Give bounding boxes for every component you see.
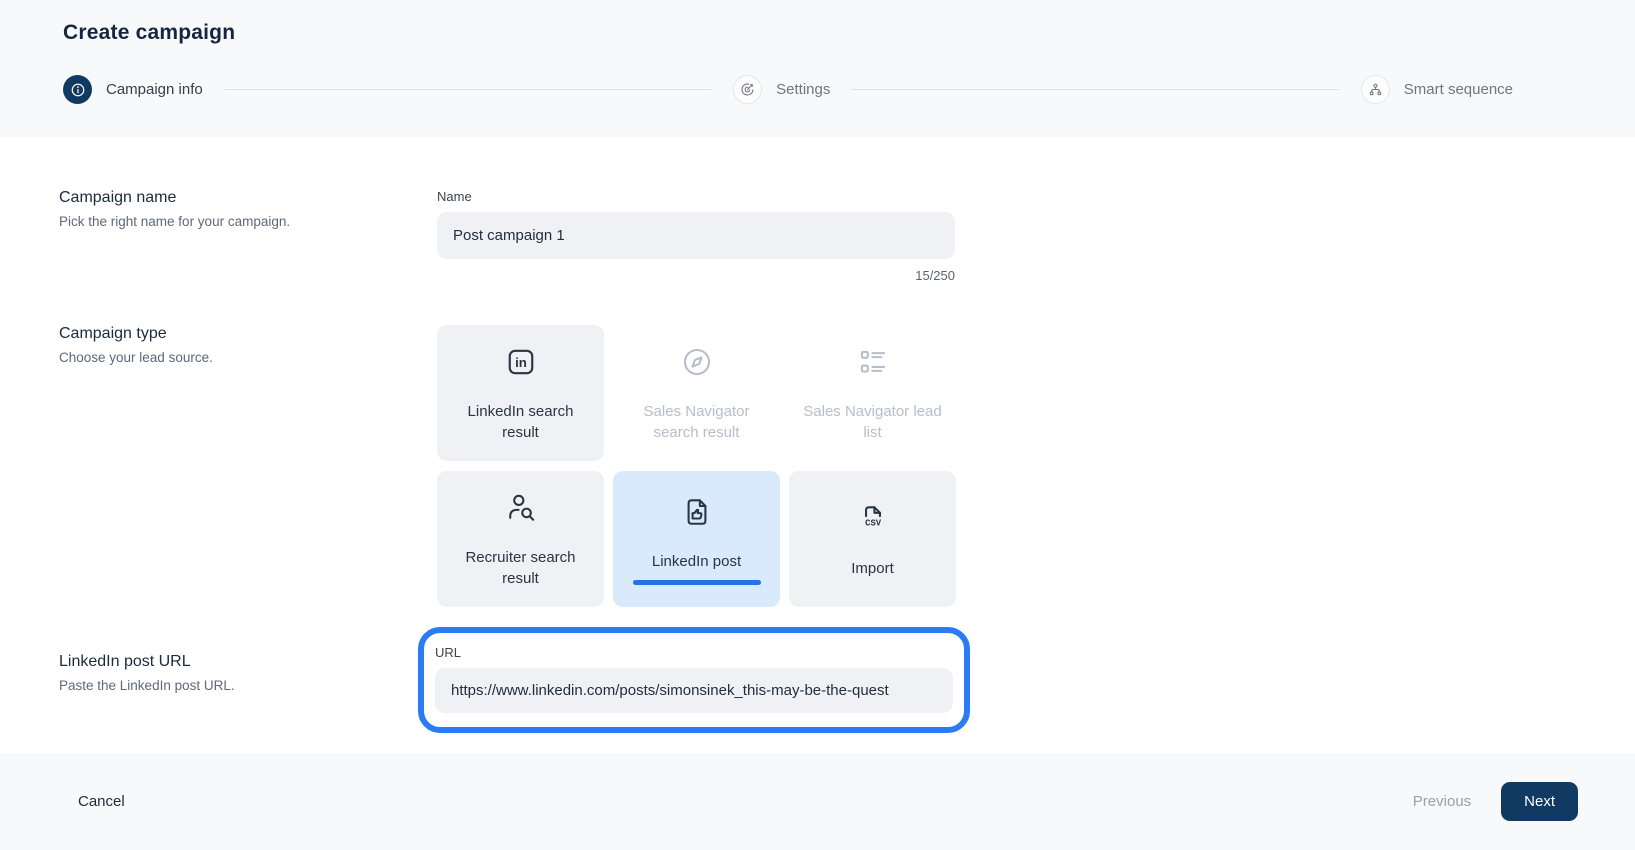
campaign-type-heading: Campaign type xyxy=(59,325,407,343)
campaign-type-section: Campaign type Choose your lead source. i… xyxy=(59,325,1635,607)
sequence-icon xyxy=(1361,75,1390,104)
recruiter-search-icon xyxy=(502,489,540,533)
card-linkedin-search-result[interactable]: in LinkedIn search result xyxy=(437,325,604,461)
card-label: LinkedIn search result xyxy=(449,401,592,443)
card-linkedin-post[interactable]: LinkedIn post xyxy=(613,471,780,607)
campaign-name-description: Pick the right name for your campaign. xyxy=(59,214,407,229)
annotation-highlight: URL xyxy=(418,627,970,733)
target-icon xyxy=(733,75,762,104)
step-label: Smart sequence xyxy=(1404,81,1513,98)
footer: Cancel Previous Next xyxy=(0,753,1635,850)
card-label: Import xyxy=(851,558,894,579)
card-label: LinkedIn post xyxy=(652,551,741,572)
campaign-name-section: Campaign name Pick the right name for yo… xyxy=(59,189,1635,283)
stepper: Campaign info Settings xyxy=(63,75,1513,104)
post-url-description: Paste the LinkedIn post URL. xyxy=(59,678,407,693)
step-settings[interactable]: Settings xyxy=(733,75,830,104)
cancel-button[interactable]: Cancel xyxy=(78,793,125,810)
main-content: Campaign name Pick the right name for yo… xyxy=(0,137,1635,753)
lead-list-icon xyxy=(854,343,892,387)
svg-text:CSV: CSV xyxy=(865,518,882,528)
card-label: Sales Navigator search result xyxy=(625,401,768,443)
svg-text:in: in xyxy=(515,355,527,370)
stepper-connector xyxy=(852,89,1338,90)
campaign-name-heading: Campaign name xyxy=(59,189,407,207)
card-sales-navigator-lead-list: Sales Navigator lead list xyxy=(789,325,956,461)
card-label: Sales Navigator lead list xyxy=(801,401,944,443)
post-thumb-icon xyxy=(678,493,716,537)
campaign-type-grid: in LinkedIn search result Sales Navigato… xyxy=(437,325,955,607)
header: Create campaign Campaign info xyxy=(0,0,1635,137)
selected-underline xyxy=(633,580,761,585)
name-field-label: Name xyxy=(437,189,955,204)
linkedin-icon: in xyxy=(502,343,540,387)
campaign-name-input[interactable] xyxy=(437,212,955,259)
card-sales-navigator-search-result: Sales Navigator search result xyxy=(613,325,780,461)
linkedin-post-url-input[interactable] xyxy=(435,668,953,713)
step-label: Campaign info xyxy=(106,81,203,98)
previous-button[interactable]: Previous xyxy=(1413,793,1471,810)
info-icon xyxy=(63,75,92,104)
page-title: Create campaign xyxy=(63,21,1513,45)
char-counter: 15/250 xyxy=(437,268,955,283)
linkedin-post-url-section: LinkedIn post URL Paste the LinkedIn pos… xyxy=(59,627,1635,733)
step-campaign-info[interactable]: Campaign info xyxy=(63,75,203,104)
card-import[interactable]: CSV Import xyxy=(789,471,956,607)
csv-file-icon: CSV xyxy=(854,500,892,544)
stepper-connector xyxy=(225,89,711,90)
next-button[interactable]: Next xyxy=(1501,782,1578,821)
step-smart-sequence[interactable]: Smart sequence xyxy=(1361,75,1513,104)
card-label: Recruiter search result xyxy=(449,547,592,589)
campaign-type-description: Choose your lead source. xyxy=(59,350,407,365)
url-field-label: URL xyxy=(435,645,953,660)
compass-icon xyxy=(678,343,716,387)
card-recruiter-search-result[interactable]: Recruiter search result xyxy=(437,471,604,607)
post-url-heading: LinkedIn post URL xyxy=(59,653,407,671)
step-label: Settings xyxy=(776,81,830,98)
